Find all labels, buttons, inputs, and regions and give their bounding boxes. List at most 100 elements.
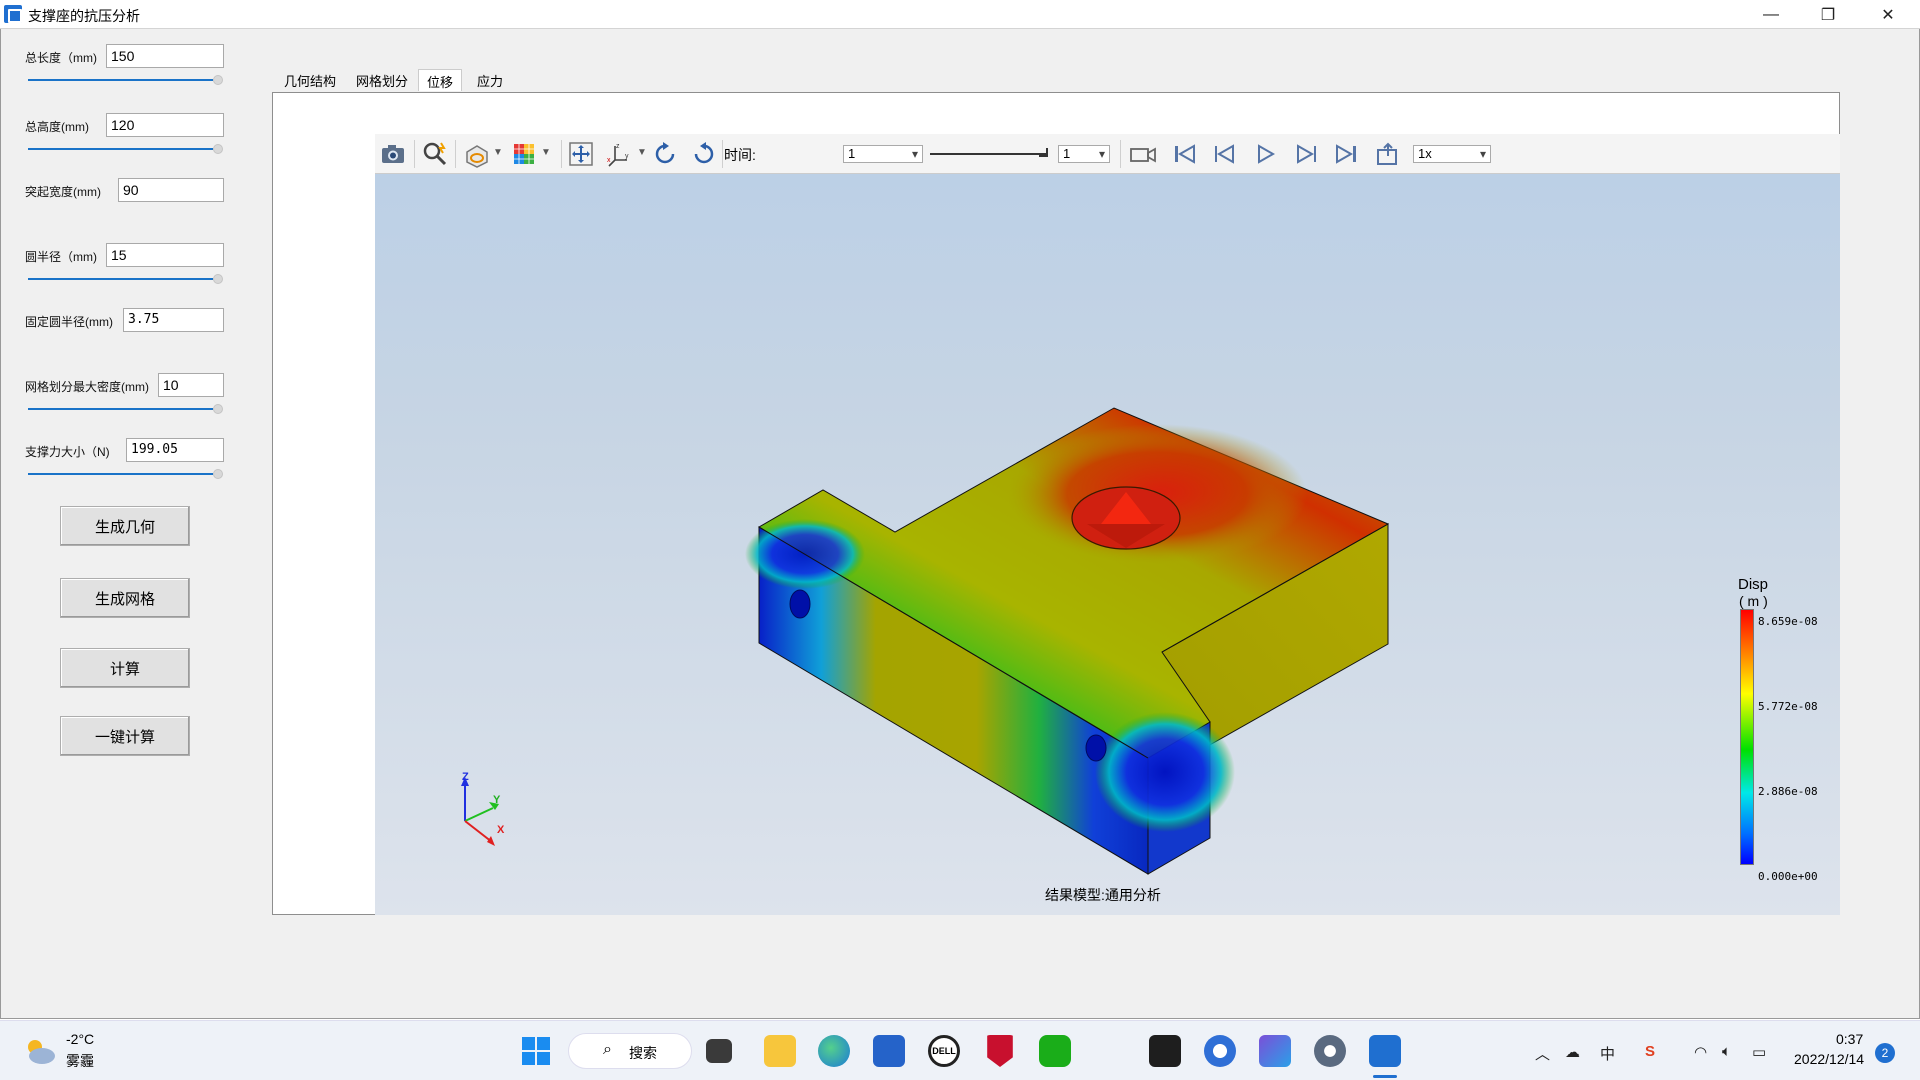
- axis-triad-icon: [461, 777, 499, 846]
- time-select[interactable]: 1: [843, 145, 923, 163]
- notification-badge[interactable]: 2: [1875, 1043, 1895, 1063]
- file-explorer-icon[interactable]: [764, 1035, 796, 1067]
- axis-y-label: Y: [493, 794, 501, 806]
- support-force-slider[interactable]: [28, 469, 223, 479]
- fixed-radius-input[interactable]: 3.75: [123, 308, 224, 332]
- color-map-icon[interactable]: [510, 140, 538, 168]
- time-slider-track[interactable]: [930, 153, 1048, 155]
- legend-tick-low: 2.886e-08: [1758, 785, 1818, 798]
- support-force-input[interactable]: 199.05: [126, 438, 224, 462]
- weather-temperature[interactable]: -2°C: [66, 1031, 94, 1047]
- time-slider-thumb[interactable]: [1039, 148, 1048, 157]
- maximize-button[interactable]: ❐: [1800, 0, 1856, 29]
- sogou-input-icon[interactable]: S: [1645, 1043, 1655, 1060]
- chevron-down-icon[interactable]: ▼: [541, 147, 551, 158]
- search-label: 搜索: [629, 1045, 657, 1061]
- height-input[interactable]: 120: [106, 113, 224, 137]
- tab-mesh[interactable]: 网格划分: [354, 71, 410, 90]
- dell-icon[interactable]: DELL: [928, 1035, 960, 1067]
- length-slider[interactable]: [28, 75, 223, 85]
- main-window: 总长度（mm) 150 总高度(mm) 120 突起宽度(mm) 90 圆半径（…: [0, 29, 1920, 1019]
- radius-slider[interactable]: [28, 274, 223, 284]
- rotate-ccw-icon[interactable]: [690, 140, 718, 168]
- camera-snapshot-icon[interactable]: [379, 140, 407, 168]
- mesh-density-slider[interactable]: [28, 404, 223, 414]
- rotate-cw-icon[interactable]: [651, 140, 679, 168]
- microsoft-store-icon[interactable]: [873, 1035, 905, 1067]
- app-swirl-icon[interactable]: [1204, 1035, 1236, 1067]
- speed-select[interactable]: 1x: [1413, 145, 1491, 163]
- close-button[interactable]: ✕: [1860, 0, 1916, 29]
- chevron-down-icon[interactable]: ▼: [637, 147, 647, 158]
- axis-x-label: X: [497, 824, 505, 836]
- legend-tick-max: 8.659e-08: [1758, 615, 1818, 628]
- tab-displacement[interactable]: 位移: [418, 69, 463, 91]
- window-title: 支撑座的抗压分析: [28, 8, 140, 24]
- taskbar-search[interactable]: ⌕ 搜索: [568, 1033, 692, 1069]
- legend-tick-min: 0.000e+00: [1758, 870, 1818, 883]
- active-app-icon[interactable]: [1369, 1035, 1401, 1067]
- tab-stress[interactable]: 应力: [475, 71, 505, 90]
- wifi-icon[interactable]: ◠: [1694, 1043, 1707, 1061]
- result-viewer: ▼ ▼ zy x ▼ 时间: 1 1: [272, 92, 1840, 915]
- title-bar: 支撑座的抗压分析 — ❐ ✕: [0, 0, 1920, 29]
- zoom-search-icon[interactable]: [421, 140, 449, 168]
- generate-mesh-button[interactable]: 生成网格: [60, 578, 190, 618]
- color-scale-bar: [1740, 609, 1754, 865]
- chevron-down-icon[interactable]: ▼: [493, 147, 503, 158]
- protrusion-width-input[interactable]: 90: [118, 178, 224, 202]
- 3d-viewport[interactable]: Z Y X 结果模型:通用分析: [375, 174, 1840, 915]
- axis-z-label: Z: [462, 771, 469, 783]
- wechat-icon[interactable]: [1039, 1035, 1071, 1067]
- weather-description[interactable]: 雾霾: [66, 1051, 94, 1071]
- param-label-mesh-density: 网格划分最大密度(mm): [25, 380, 149, 394]
- video-record-icon[interactable]: [1129, 140, 1157, 168]
- one-click-compute-button[interactable]: 一键计算: [60, 716, 190, 756]
- generate-geometry-button[interactable]: 生成几何: [60, 506, 190, 546]
- play-icon[interactable]: [1251, 140, 1279, 168]
- terminal-app-icon[interactable]: [1149, 1035, 1181, 1067]
- start-menu-icon[interactable]: [521, 1036, 551, 1066]
- clock-time[interactable]: 0:37: [1836, 1031, 1863, 1047]
- legend-tick-high: 5.772e-08: [1758, 700, 1818, 713]
- radius-input[interactable]: 15: [106, 243, 224, 267]
- mcafee-icon[interactable]: [987, 1035, 1013, 1067]
- svg-text:y: y: [625, 153, 629, 160]
- result-model-label: 结果模型:通用分析: [1045, 887, 1161, 903]
- length-input[interactable]: 150: [106, 44, 224, 68]
- mesh-density-input[interactable]: 10: [158, 373, 224, 397]
- axis-view-icon[interactable]: zy x: [605, 140, 633, 168]
- task-view-icon[interactable]: [706, 1039, 732, 1063]
- minimize-button[interactable]: —: [1743, 0, 1799, 29]
- edge-browser-icon[interactable]: [818, 1035, 850, 1067]
- legend-unit: ( m ): [1739, 593, 1768, 609]
- ime-indicator[interactable]: 中: [1600, 1043, 1615, 1064]
- app-icon: [4, 5, 22, 23]
- height-slider[interactable]: [28, 144, 223, 154]
- photo-app-icon[interactable]: [1259, 1035, 1291, 1067]
- export-icon[interactable]: [1374, 140, 1402, 168]
- active-app-indicator: [1373, 1075, 1397, 1078]
- onedrive-cloud-icon[interactable]: ☁: [1565, 1043, 1580, 1061]
- first-frame-icon[interactable]: [1170, 140, 1198, 168]
- search-icon: ⌕: [603, 1041, 612, 1058]
- weather-cloud-icon[interactable]: [22, 1035, 58, 1067]
- compute-button[interactable]: 计算: [60, 648, 190, 688]
- battery-icon[interactable]: ▭: [1752, 1043, 1766, 1061]
- param-label-protrusion-width: 突起宽度(mm): [25, 185, 101, 199]
- tray-overflow-icon[interactable]: ︿: [1535, 1043, 1550, 1064]
- display-style-icon[interactable]: [463, 140, 491, 168]
- volume-icon[interactable]: 🔈︎: [1722, 1043, 1731, 1060]
- svg-text:z: z: [616, 143, 620, 150]
- tab-geometry[interactable]: 几何结构: [282, 71, 338, 90]
- time-label: 时间:: [724, 147, 756, 163]
- svg-text:x: x: [607, 157, 611, 164]
- previous-frame-icon[interactable]: [1211, 140, 1239, 168]
- last-frame-icon[interactable]: [1333, 140, 1361, 168]
- frame-spinbox[interactable]: 1: [1058, 145, 1110, 163]
- settings-gear-icon[interactable]: [1314, 1035, 1346, 1067]
- fit-view-icon[interactable]: [567, 140, 595, 168]
- next-frame-icon[interactable]: [1292, 140, 1320, 168]
- clock-date[interactable]: 2022/12/14: [1794, 1051, 1864, 1067]
- legend-title: Disp: [1738, 576, 1769, 593]
